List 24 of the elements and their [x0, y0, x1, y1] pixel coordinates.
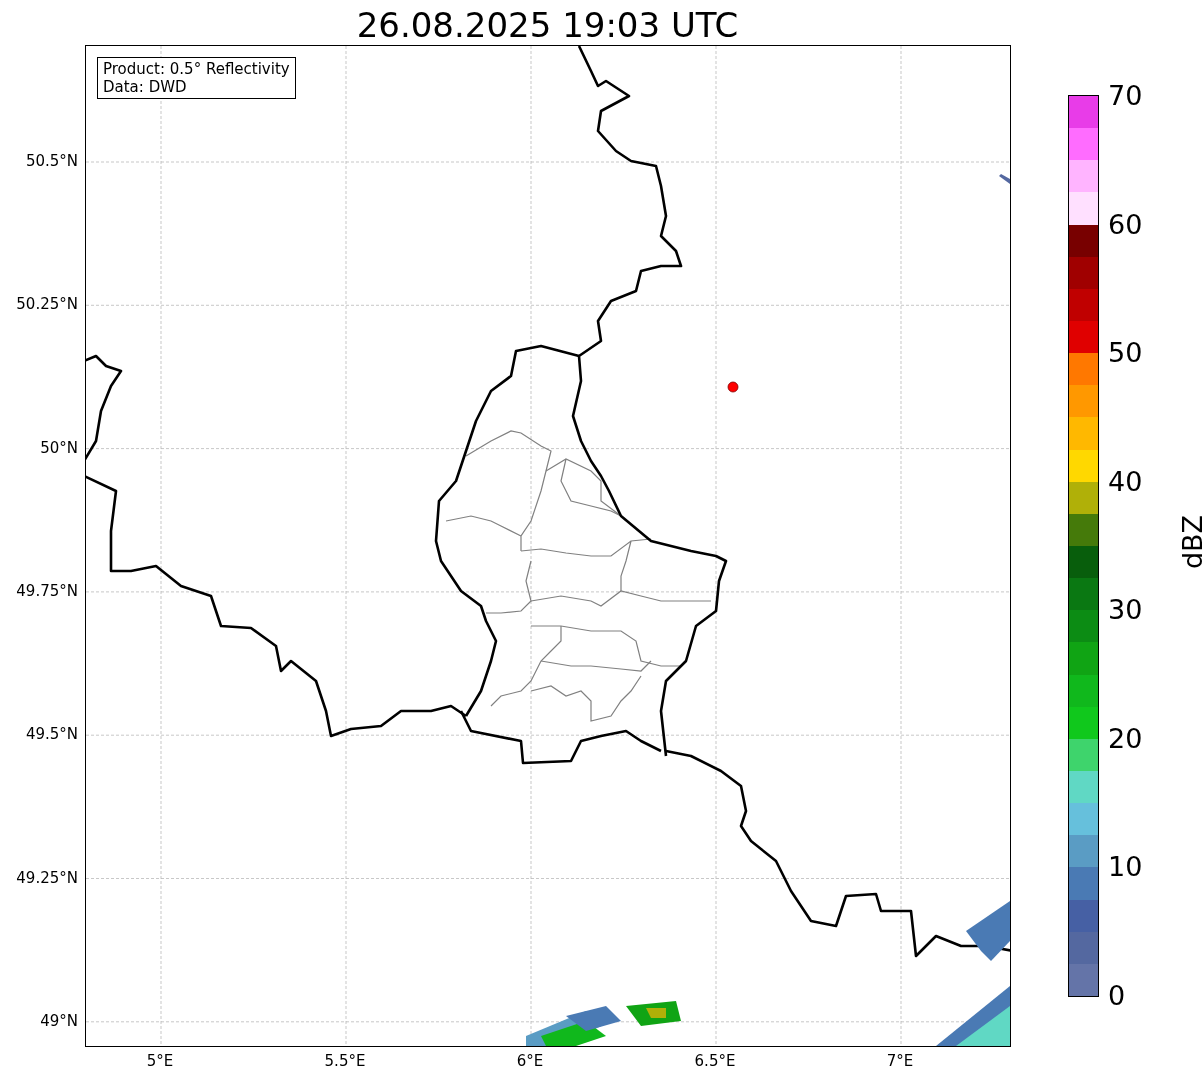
colorbar-tick-label: 40 [1108, 466, 1143, 497]
axis-tick-label: 50°N [39, 438, 78, 457]
axis-tick-label: 6°E [515, 1052, 545, 1070]
axis-tick-label: 5.5°E [323, 1052, 367, 1070]
colorbar-tick-label: 70 [1108, 81, 1143, 111]
legend-text: Product: 0.5° Reflectivity [103, 60, 290, 78]
axis-tick-label: 7°E [885, 1052, 915, 1070]
axis-tick-label: 50.25°N [15, 295, 78, 314]
colorbar-tick-label: 60 [1108, 209, 1143, 240]
axis-tick-label: 49.25°N [15, 868, 78, 887]
axis-tick-label: 50.5°N [24, 152, 78, 170]
colorbar-tick-label: 20 [1108, 723, 1143, 754]
axis-tick-label: 5°E [145, 1052, 175, 1070]
axis-tick-label: 49°N [39, 1011, 78, 1030]
colorbar-tick-label: 30 [1108, 595, 1143, 626]
axis-tick-label: 6.5°E [693, 1052, 737, 1070]
colorbar-tick-label: 0 [1108, 981, 1126, 1011]
colorbar-label: dBZ [1178, 514, 1202, 570]
colorbar-tick-label: 50 [1108, 338, 1143, 369]
colorbar-tick-label: 10 [1108, 852, 1143, 883]
chart-title: 26.08.2025 19:03 UTC [355, 4, 740, 46]
axis-tick-label: 49.5°N [24, 725, 78, 744]
axis-tick-label: 49.75°N [15, 581, 78, 600]
legend-text: Data: DWD [103, 78, 188, 96]
